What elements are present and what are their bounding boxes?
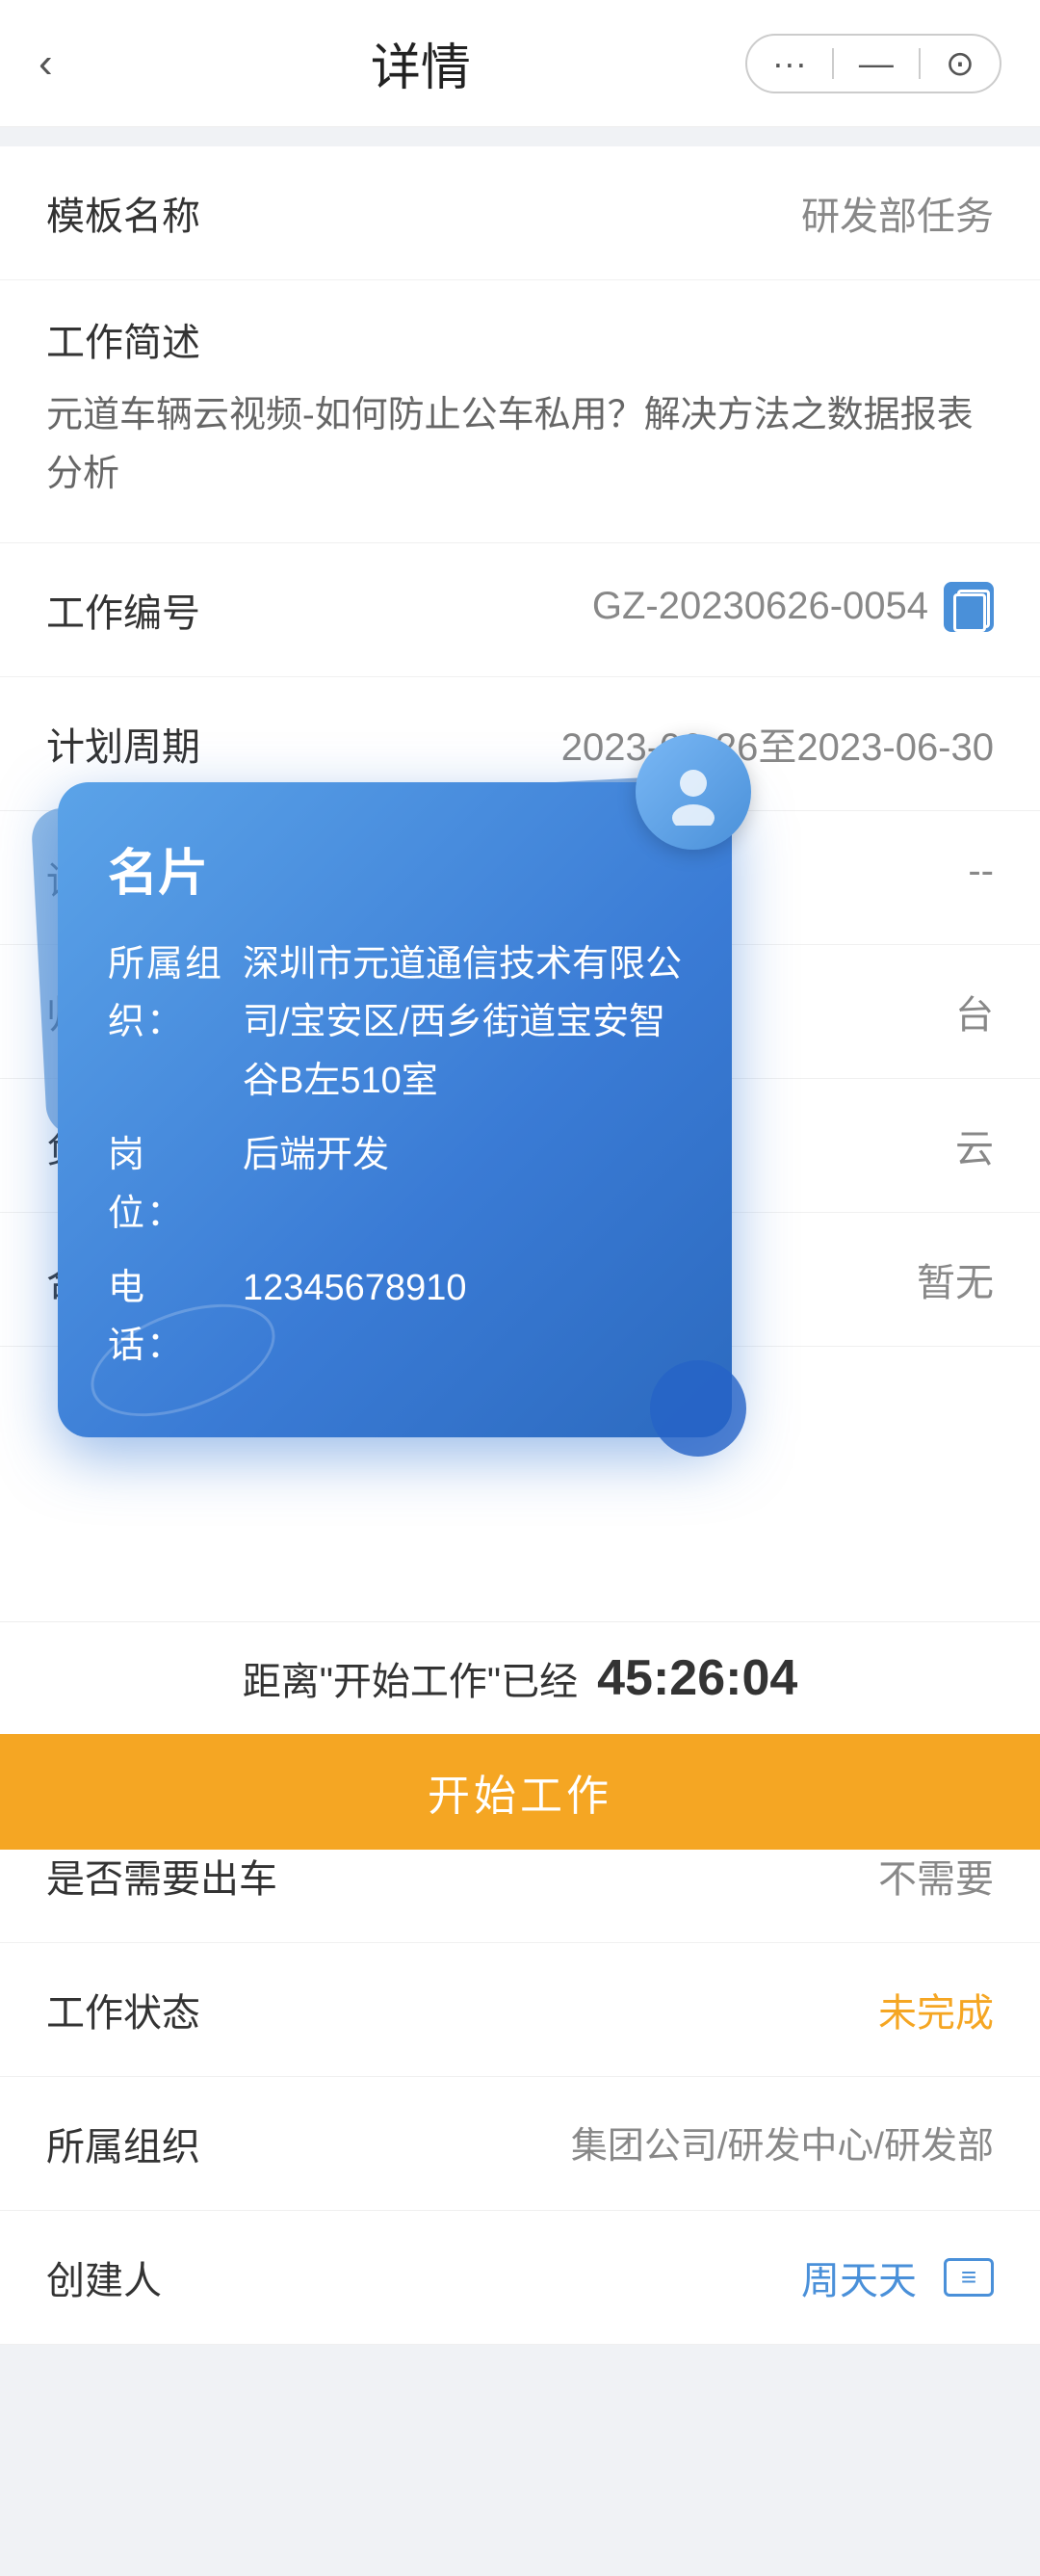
- start-work-button[interactable]: 开始工作: [0, 1734, 1040, 1850]
- org-value: 集团公司/研发中心/研发部: [220, 2116, 994, 2169]
- work-no-value-group: GZ-20230626-0054: [592, 582, 994, 632]
- template-name-label: 模板名称: [46, 185, 220, 241]
- org-label: 所属组织: [46, 2116, 220, 2171]
- plan-period-value: 2023-06-26至2023-06-30: [220, 716, 994, 772]
- card-title: 名片: [108, 832, 682, 905]
- template-name-row: 模板名称 研发部任务: [0, 146, 1040, 280]
- car-needed-label: 是否需要出车: [46, 1848, 277, 1904]
- detail-content: 模板名称 研发部任务 工作简述 元道车辆云视频-如何防止公车私用？解决方法之数据…: [0, 146, 1040, 2345]
- header-divider: [832, 48, 834, 79]
- card-phone-value: 12345678910: [243, 1259, 682, 1377]
- copy-icon[interactable]: [944, 582, 994, 632]
- creator-label: 创建人: [46, 2249, 220, 2305]
- business-card-popup: 名片 所属组织： 深圳市元道通信技术有限公司/宝安区/西乡街道宝安智谷B左510…: [58, 782, 732, 1438]
- card-org-value: 深圳市元道通信技术有限公司/宝安区/西乡街道宝安智谷B左510室: [243, 935, 682, 1111]
- creator-value: 周天天: [801, 2249, 917, 2305]
- work-status-row: 工作状态 未完成: [0, 1943, 1040, 2077]
- creator-value-group: 周天天: [801, 2249, 994, 2305]
- timer-bar: 距离"开始工作"已经 45:26:04 开始工作: [0, 1621, 1040, 1850]
- target-button[interactable]: ⊙: [938, 43, 982, 84]
- card-position-row: 岗 位： 后端开发: [108, 1126, 682, 1244]
- card-org-row: 所属组织： 深圳市元道通信技术有限公司/宝安区/西乡街道宝安智谷B左510室: [108, 935, 682, 1111]
- work-no-row: 工作编号 GZ-20230626-0054: [0, 543, 1040, 677]
- card-avatar[interactable]: [636, 734, 751, 850]
- work-status-label: 工作状态: [46, 1982, 220, 2037]
- header-divider-2: [919, 48, 921, 79]
- page-title: 详情: [96, 27, 745, 99]
- timer-count: 45:26:04: [597, 1649, 797, 1707]
- card-org-label: 所属组织：: [108, 935, 243, 1111]
- minimize-button[interactable]: —: [851, 43, 901, 84]
- timer-prefix: 距离"开始工作"已经: [243, 1650, 578, 1706]
- org-row: 所属组织 集团公司/研发中心/研发部: [0, 2077, 1040, 2211]
- more-button[interactable]: ···: [765, 43, 815, 84]
- work-no-value: GZ-20230626-0054: [592, 585, 928, 628]
- creator-row: 创建人 周天天: [0, 2211, 1040, 2345]
- work-desc-value: 元道车辆云视频-如何防止公车私用？解决方法之数据报表分析: [46, 395, 974, 494]
- work-status-value: 未完成: [220, 1982, 994, 2037]
- card-position-value: 后端开发: [243, 1126, 682, 1244]
- card-blue-circle: [650, 1360, 746, 1457]
- back-button[interactable]: ‹: [39, 39, 96, 88]
- template-name-value: 研发部任务: [220, 185, 994, 241]
- header-actions: ··· — ⊙: [745, 34, 1001, 93]
- footer-spacer: [0, 2364, 1040, 2576]
- plan-period-label: 计划周期: [46, 716, 220, 772]
- header: ‹ 详情 ··· — ⊙: [0, 0, 1040, 127]
- card-position-label: 岗 位：: [108, 1126, 243, 1244]
- work-desc-row: 工作简述 元道车辆云视频-如何防止公车私用？解决方法之数据报表分析: [0, 280, 1040, 543]
- badge-icon[interactable]: [944, 2258, 994, 2297]
- work-no-label: 工作编号: [46, 582, 220, 638]
- timer-content: 距离"开始工作"已经 45:26:04: [0, 1622, 1040, 1734]
- car-needed-value: 不需要: [277, 1848, 994, 1904]
- work-desc-label: 工作简述: [46, 311, 994, 367]
